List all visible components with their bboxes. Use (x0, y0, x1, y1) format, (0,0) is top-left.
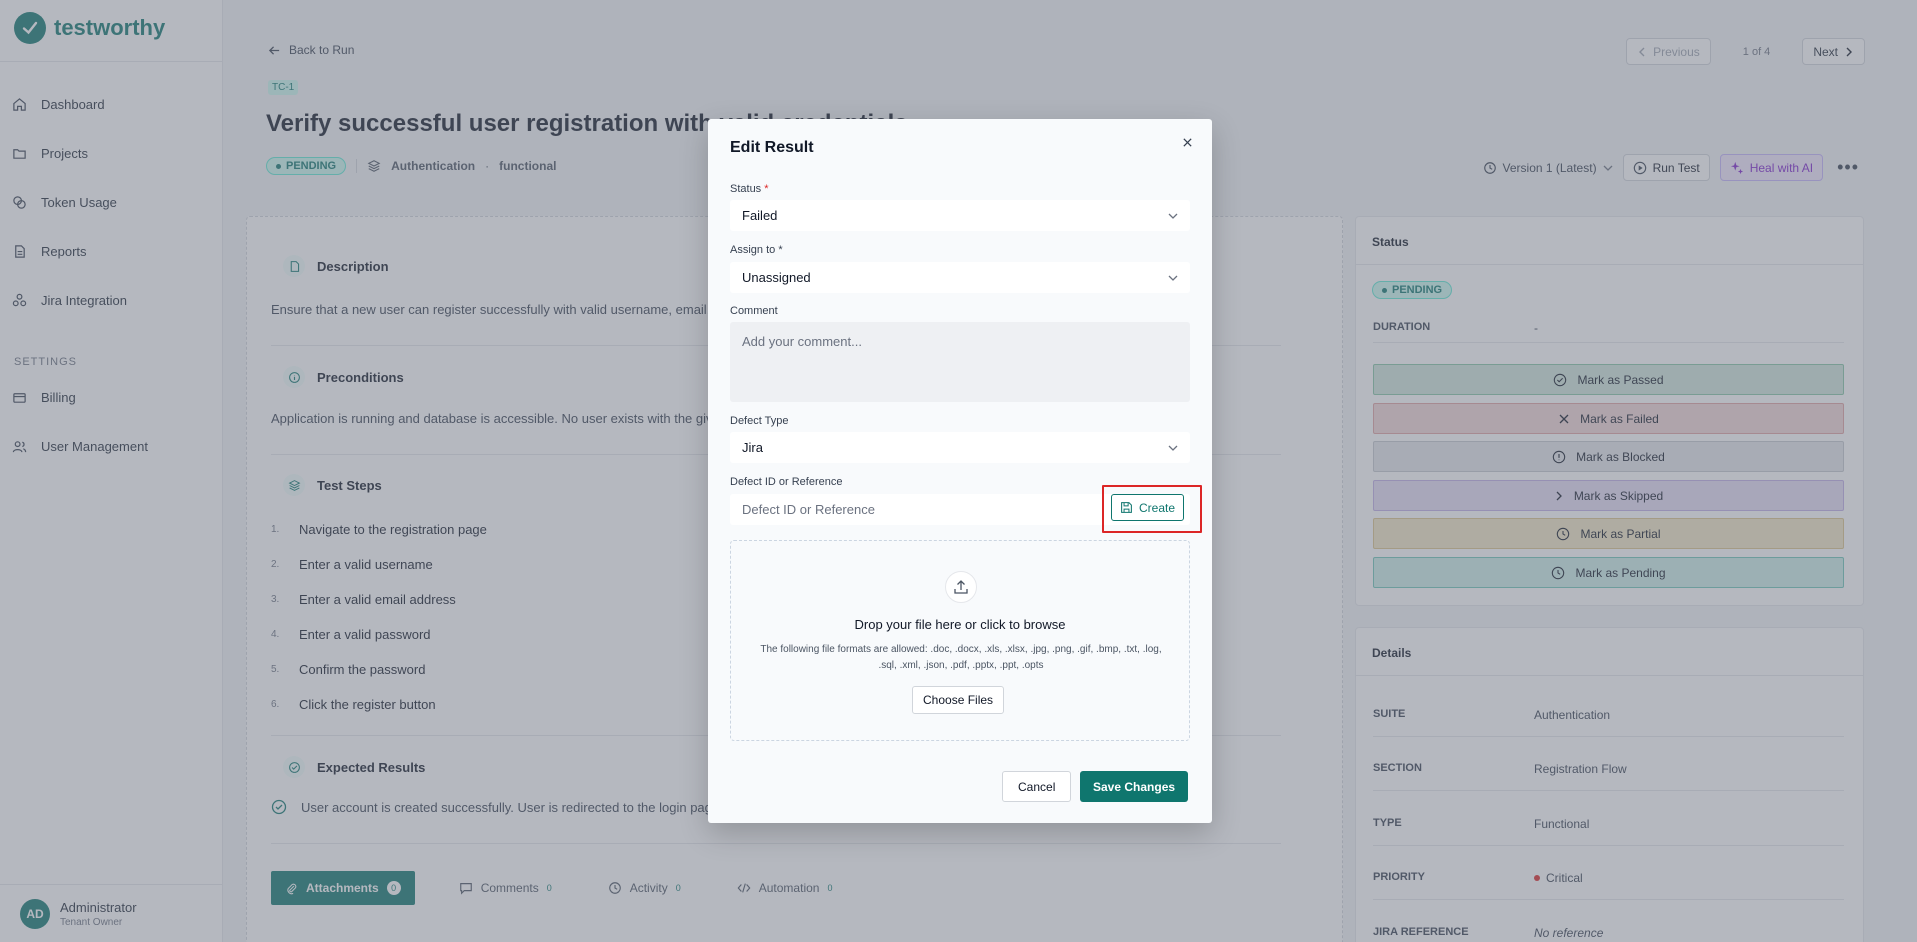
modal-title: Edit Result (730, 139, 814, 156)
defect-type-select[interactable]: Jira (730, 432, 1190, 463)
chevron-down-icon (1168, 275, 1178, 281)
required-marker: * (778, 244, 783, 256)
assign-to-label: Assign to * (730, 244, 783, 256)
status-select[interactable]: Failed (730, 200, 1190, 231)
save-changes-button[interactable]: Save Changes (1080, 771, 1189, 802)
upload-icon (945, 571, 977, 603)
chevron-down-icon (1168, 445, 1178, 451)
highlight-box (1102, 485, 1202, 533)
status-label: Status * (730, 183, 769, 195)
choose-files-button[interactable]: Choose Files (912, 686, 1005, 714)
app-root: testworthy Dashboard Projects Token Usag… (0, 0, 1917, 942)
chevron-down-icon (1168, 213, 1178, 219)
defect-type-label: Defect Type (730, 415, 789, 427)
close-icon[interactable] (1178, 133, 1196, 151)
edit-result-modal: Edit Result Status * Failed Assign to * … (708, 119, 1212, 823)
assign-to-select[interactable]: Unassigned (730, 262, 1190, 293)
comment-label: Comment (730, 305, 778, 317)
dropzone-help: The following file formats are allowed: … (760, 644, 1162, 671)
defect-id-label: Defect ID or Reference (730, 476, 843, 488)
cancel-button[interactable]: Cancel (1002, 771, 1072, 802)
dropzone-title: Drop your file here or click to browse (854, 617, 1066, 632)
required-marker: * (764, 183, 769, 195)
file-dropzone[interactable]: Drop your file here or click to browse T… (730, 540, 1190, 741)
comment-textarea[interactable] (730, 322, 1190, 402)
